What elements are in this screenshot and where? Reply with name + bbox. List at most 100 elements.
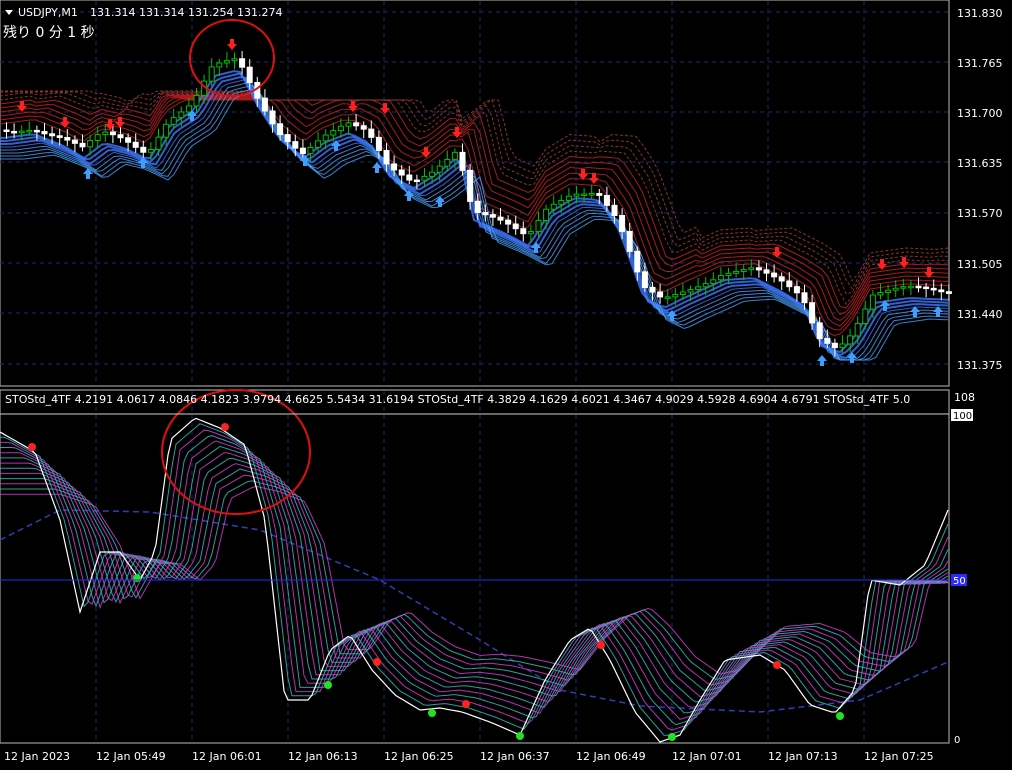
candle-body: [695, 286, 702, 291]
stoch-red-dot: [28, 443, 36, 451]
candle-body: [56, 135, 63, 138]
candle-body: [634, 250, 641, 273]
candle-body: [451, 151, 458, 160]
stoch-red-dot: [597, 641, 605, 649]
stoch-red-dot: [373, 658, 381, 666]
candle-body: [907, 285, 914, 289]
candle-body: [147, 148, 154, 153]
candle-body: [512, 223, 519, 230]
candle-body: [588, 193, 595, 196]
candle-body: [892, 287, 899, 291]
candle-body: [132, 141, 139, 148]
candle-body: [474, 200, 481, 214]
candle-body: [391, 163, 398, 171]
time-label: 12 Jan 07:25: [864, 750, 934, 763]
candle-body: [185, 105, 192, 113]
candle-body: [383, 149, 390, 165]
stoch-green-dot: [133, 574, 141, 582]
candle-body: [672, 293, 679, 298]
symbol-label[interactable]: USDJPY,M1: [18, 6, 78, 19]
chart-window[interactable]: USDJPY,M1 131.314 131.314 131.254 131.27…: [0, 0, 1012, 766]
price-tick: 131.505: [957, 258, 1003, 271]
stoch-red-dot: [773, 661, 781, 669]
candle-body: [824, 338, 831, 344]
indicator-axis-max: 108: [954, 391, 975, 404]
candle-body: [277, 123, 284, 136]
time-label: 12 Jan 2023: [4, 750, 70, 763]
candle-body: [193, 94, 200, 107]
candle-body: [3, 129, 10, 132]
candle-body: [178, 111, 185, 119]
candle-body: [679, 291, 686, 295]
stoch-green-dot: [516, 732, 524, 740]
candle-body: [482, 212, 489, 216]
candle-body: [877, 292, 884, 296]
candle-body: [79, 142, 86, 148]
candle-body: [429, 171, 436, 177]
candle-body: [33, 129, 40, 133]
indicator-axis-low: 0: [954, 735, 960, 746]
candle-body: [603, 194, 610, 206]
candle-body: [945, 291, 952, 294]
candle-body: [307, 146, 314, 155]
candle-body: [11, 130, 18, 134]
candle-body: [535, 219, 542, 233]
candle-body: [573, 193, 580, 197]
candle-body: [375, 136, 382, 151]
candle-body: [261, 97, 268, 112]
candle-body: [117, 134, 124, 139]
time-label: 12 Jan 06:37: [480, 750, 550, 763]
price-tick: 131.375: [957, 359, 1003, 372]
stoch-green-dot: [836, 712, 844, 720]
stoch-red-dot: [462, 700, 470, 708]
candle-body: [398, 169, 405, 176]
candle-body: [467, 169, 474, 202]
candle-body: [345, 122, 352, 127]
candle-body: [505, 219, 512, 225]
candle-body: [520, 228, 527, 235]
candle-body: [26, 129, 33, 133]
candle-body: [816, 322, 823, 340]
candle-body: [223, 60, 230, 64]
indicator-axis-upper: 100: [953, 411, 972, 422]
time-label: 12 Jan 05:49: [96, 750, 166, 763]
price-tick: 131.765: [957, 57, 1003, 70]
stoch-red-dot: [221, 423, 229, 431]
candle-body: [170, 117, 177, 125]
candle-body: [702, 283, 709, 288]
candle-body: [740, 269, 747, 272]
candle-body: [550, 203, 557, 210]
candle-body: [862, 308, 869, 325]
candle-body: [938, 289, 945, 293]
candle-body: [847, 335, 854, 345]
candle-body: [930, 287, 937, 291]
countdown-timer: 残り 0 分 1 秒: [3, 25, 95, 41]
candle-body: [140, 146, 147, 153]
candle-body: [900, 286, 907, 289]
candle-body: [87, 139, 94, 148]
time-label: 12 Jan 07:01: [672, 750, 742, 763]
stoch-green-dot: [428, 709, 436, 717]
candle-body: [269, 110, 276, 125]
candle-body: [687, 289, 694, 293]
candle-body: [64, 136, 71, 141]
candle-body: [421, 175, 428, 181]
candle-body: [231, 58, 238, 62]
candle-body: [284, 134, 291, 143]
price-tick: 131.570: [957, 207, 1003, 220]
candle-body: [71, 139, 78, 144]
candle-body: [459, 151, 466, 171]
stoch-green-dot: [324, 681, 332, 689]
candle-body: [793, 286, 800, 294]
time-label: 12 Jan 06:01: [192, 750, 262, 763]
candle-body: [733, 270, 740, 274]
candle-body: [330, 130, 337, 136]
candle-body: [596, 193, 603, 196]
candle-body: [786, 280, 793, 288]
candle-body: [626, 230, 633, 252]
candle-body: [565, 195, 572, 201]
candle-body: [619, 214, 626, 232]
candle-body: [543, 208, 550, 221]
candle-body: [915, 285, 922, 289]
price-tick: 131.440: [957, 308, 1003, 321]
